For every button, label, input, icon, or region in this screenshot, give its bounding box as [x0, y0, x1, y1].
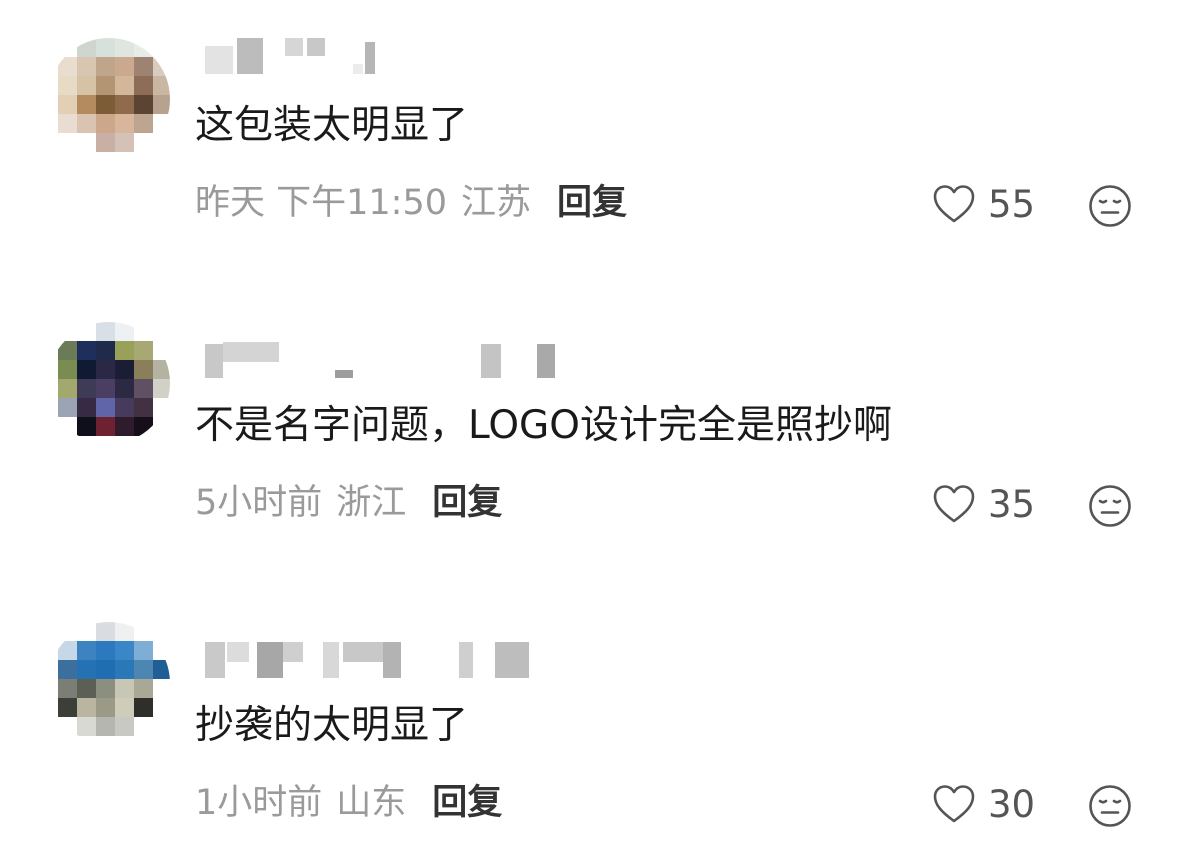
comment-text: 不是名字问题，LOGO设计完全是照抄啊 [195, 403, 892, 448]
comment-meta: 1小时前 山东 回复 [195, 786, 502, 821]
comment-location: 浙江 [336, 483, 407, 523]
like-button[interactable]: 35 [932, 484, 1035, 524]
like-button[interactable]: 55 [932, 184, 1035, 224]
username-blurred[interactable] [205, 38, 375, 74]
comment-location: 山东 [336, 783, 407, 823]
meh-face-icon[interactable] [1088, 484, 1132, 528]
comment-item: 抄袭的太明显了 1小时前 山东 回复 30 [0, 600, 1200, 840]
like-count: 35 [988, 482, 1036, 526]
comment-text: 这包装太明显了 [195, 103, 469, 148]
comment-meta: 5小时前 浙江 回复 [195, 486, 502, 521]
meh-face-icon[interactable] [1088, 184, 1132, 228]
avatar[interactable] [48, 38, 170, 160]
comment-item: 不是名字问题，LOGO设计完全是照抄啊 5小时前 浙江 回复 35 [0, 300, 1200, 540]
reply-button[interactable]: 回复 [432, 786, 502, 821]
comment-meta: 昨天 下午11:50 江苏 回复 [195, 186, 627, 221]
comment-list: 这包装太明显了 昨天 下午11:50 江苏 回复 55 不是名字问题，LOGO设… [0, 0, 1200, 850]
avatar-mosaic [58, 622, 170, 736]
comment-time: 5小时前 [195, 483, 323, 523]
heart-outline-icon [933, 785, 975, 823]
username-blurred[interactable] [205, 642, 529, 678]
like-button[interactable]: 30 [932, 784, 1035, 824]
reply-button[interactable]: 回复 [557, 186, 627, 221]
comment-time: 1小时前 [195, 783, 323, 823]
like-count: 55 [988, 182, 1036, 226]
comment-location: 江苏 [461, 183, 532, 223]
avatar-mosaic [58, 322, 170, 436]
comment-text: 抄袭的太明显了 [195, 703, 469, 748]
like-count: 30 [988, 782, 1036, 826]
comment-item: 这包装太明显了 昨天 下午11:50 江苏 回复 55 [0, 0, 1200, 240]
avatar[interactable] [48, 322, 170, 444]
reply-button[interactable]: 回复 [432, 486, 502, 521]
heart-outline-icon [933, 185, 975, 223]
comment-time: 昨天 下午11:50 [195, 183, 447, 223]
username-blurred[interactable] [205, 342, 555, 378]
meh-face-icon[interactable] [1088, 784, 1132, 828]
heart-outline-icon [933, 485, 975, 523]
avatar-mosaic [58, 38, 170, 152]
avatar[interactable] [48, 622, 170, 744]
